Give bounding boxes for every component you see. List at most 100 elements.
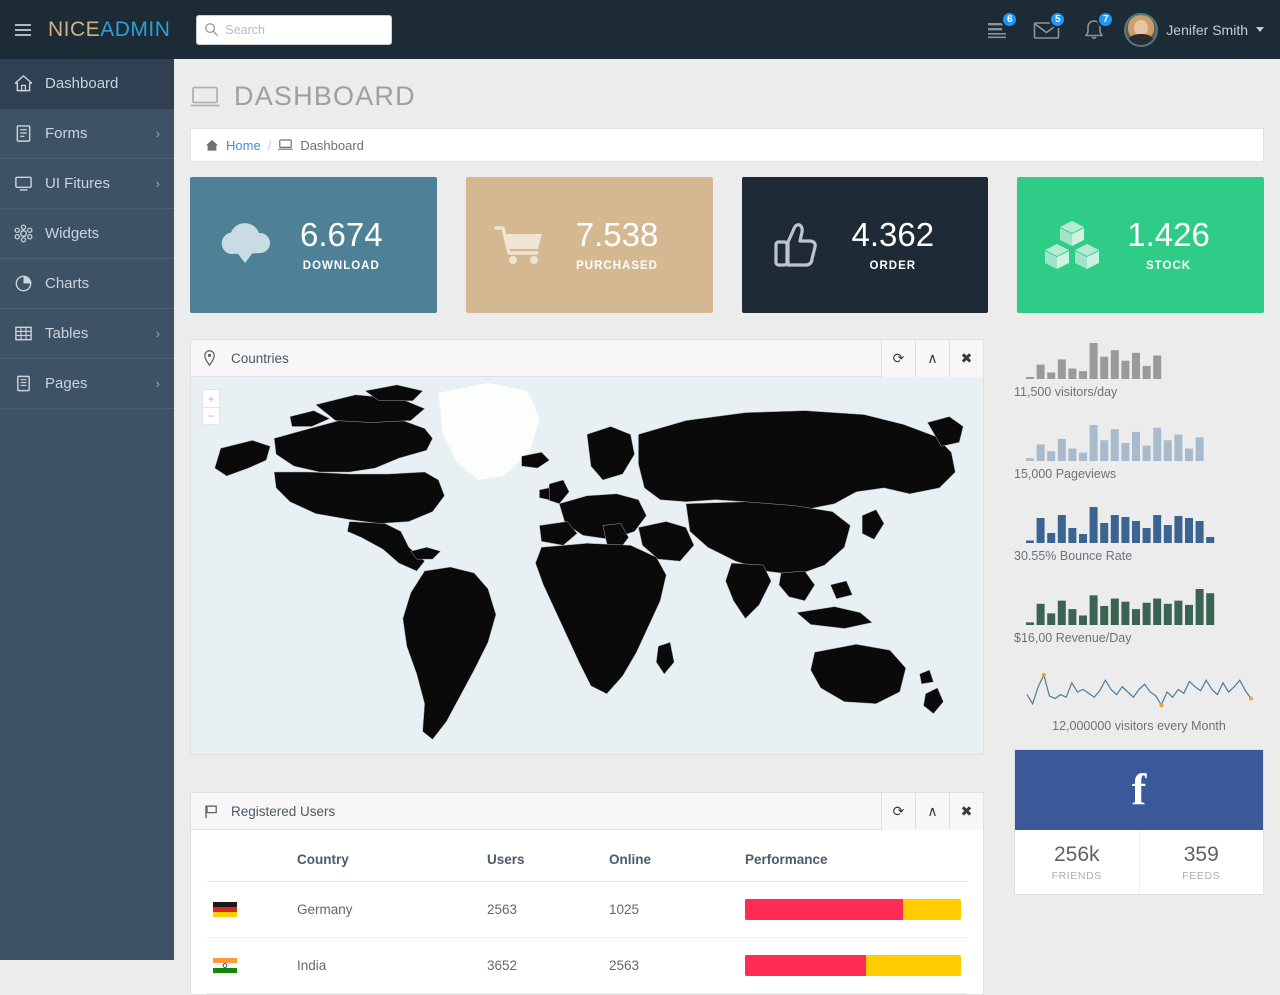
- sidebar-toggle-button[interactable]: [0, 0, 46, 59]
- sparkline-visitors-month: 12,000000 visitors every Month: [1014, 667, 1264, 733]
- cell-country: Germany: [291, 881, 481, 938]
- stat-cards-row: 6.674 DOWNLOAD 7.538 PURCHASED 4.362 ORD…: [174, 162, 1280, 313]
- facebook-header[interactable]: f: [1015, 750, 1263, 830]
- cell-country: India: [291, 937, 481, 994]
- sparkline-caption: 30.55% Bounce Rate: [1014, 549, 1133, 563]
- stat-card-text: 7.538 PURCHASED: [576, 218, 659, 272]
- cell-performance: [739, 881, 967, 938]
- stat-card-icon-wrap: [742, 220, 852, 270]
- pie-chart-icon: [15, 275, 32, 292]
- widgets-icon: [14, 224, 33, 243]
- hamburger-bar: [15, 28, 31, 31]
- table-body: Germany 2563 1025 India 3652 2563: [207, 881, 967, 994]
- countries-panel: Countries ⟳ ∧ ✖ + −: [190, 339, 984, 755]
- registered-users-panel-buttons: ⟳ ∧ ✖: [881, 792, 983, 830]
- column-header-country: Country: [291, 844, 481, 882]
- sparkline-caption: 11,500 visitors/day: [1014, 385, 1118, 399]
- world-map[interactable]: + −: [191, 377, 983, 754]
- search-box[interactable]: [196, 14, 393, 45]
- stat-card-purchased[interactable]: 7.538 PURCHASED: [465, 177, 713, 313]
- stat-card-order[interactable]: 4.362 ORDER: [741, 177, 989, 313]
- main-content: DASHBOARD Home / Dashboard 6.674 DOWNLOA…: [174, 59, 1280, 995]
- brand-logo[interactable]: NICEADMIN: [48, 18, 170, 42]
- sidebar-item-label: Pages: [45, 375, 88, 392]
- home-icon: [14, 75, 33, 92]
- refresh-icon[interactable]: ⟳: [881, 339, 915, 377]
- close-icon[interactable]: ✖: [949, 339, 983, 377]
- chevron-right-icon: ›: [155, 376, 160, 391]
- sidebar-item-tables[interactable]: Tables ›: [0, 309, 174, 359]
- topbar-actions: 6 5 7 Jenifer Smith: [974, 0, 1280, 59]
- collapse-icon[interactable]: ∧: [915, 339, 949, 377]
- tasks-badge: 6: [1001, 11, 1019, 28]
- facebook-icon: f: [1131, 765, 1147, 814]
- table-row[interactable]: Germany 2563 1025: [207, 881, 967, 938]
- sidebar-item-label: Charts: [45, 275, 90, 292]
- stat-card-text: 6.674 DOWNLOAD: [300, 218, 383, 272]
- sidebar-item-pages[interactable]: Pages ›: [0, 359, 174, 409]
- sidebar-item-charts[interactable]: Charts: [0, 259, 174, 309]
- registered-users-table-wrap: Country Users Online Performance Germany…: [191, 830, 983, 994]
- registered-users-table: Country Users Online Performance Germany…: [207, 844, 967, 994]
- sidebar-item-label: Dashboard: [45, 75, 119, 92]
- refresh-icon[interactable]: ⟳: [881, 792, 915, 830]
- stat-card-download[interactable]: 6.674 DOWNLOAD: [190, 177, 437, 313]
- chevron-down-icon: [1256, 27, 1264, 32]
- countries-panel-buttons: ⟳ ∧ ✖: [881, 339, 983, 377]
- sidebar-item-ui-fitures[interactable]: UI Fitures ›: [0, 159, 174, 209]
- sidebar-item-dashboard[interactable]: Dashboard: [0, 59, 174, 109]
- sparkline-caption: $16,00 Revenue/Day: [1014, 631, 1132, 645]
- flag-icon: [204, 804, 220, 819]
- map-zoom-in-button[interactable]: +: [202, 389, 220, 407]
- avatar: [1124, 12, 1159, 47]
- facebook-feeds-value: 359: [1183, 842, 1219, 866]
- performance-bar-fill: [745, 899, 903, 920]
- sparkline-chart: [1014, 421, 1264, 461]
- germany-flag: [213, 902, 237, 917]
- laptop-icon: [190, 86, 220, 106]
- sidebar-item-widgets[interactable]: Widgets: [0, 209, 174, 259]
- right-column: 11,500 visitors/day 15,000 Pageviews 30.…: [1014, 339, 1264, 995]
- countries-panel-header: Countries ⟳ ∧ ✖: [191, 339, 983, 377]
- facebook-friends-label: FRIENDS: [1051, 869, 1102, 882]
- facebook-widget: f 256k FRIENDS 359 FEEDS: [1014, 749, 1264, 895]
- sidebar-item-label: Widgets: [45, 225, 100, 242]
- messages-button[interactable]: 5: [1022, 0, 1070, 59]
- table-row[interactable]: India 3652 2563: [207, 937, 967, 994]
- page-title-text: DASHBOARD: [234, 81, 416, 111]
- cell-users: 2563: [481, 881, 603, 938]
- home-icon: [206, 139, 218, 151]
- sidebar-item-forms[interactable]: Forms ›: [0, 109, 174, 159]
- tasks-button[interactable]: 6: [974, 0, 1022, 59]
- column-header-online: Online: [603, 844, 739, 882]
- avatar-body: [1129, 33, 1154, 45]
- stat-card-label: PURCHASED: [576, 260, 658, 272]
- messages-badge: 5: [1049, 11, 1067, 28]
- user-menu[interactable]: Jenifer Smith: [1124, 12, 1264, 47]
- search-input[interactable]: [196, 14, 393, 45]
- alerts-badge: 7: [1097, 11, 1115, 28]
- collapse-icon[interactable]: ∧: [915, 792, 949, 830]
- map-zoom-controls: + −: [202, 389, 220, 425]
- boxes-icon: [1045, 221, 1100, 269]
- table-header: Country Users Online Performance: [207, 844, 967, 882]
- stat-card-icon-wrap: [1017, 218, 1127, 272]
- stat-card-stock[interactable]: 1.426 STOCK: [1017, 177, 1264, 313]
- stat-card-value: 6.674: [300, 216, 383, 253]
- map-zoom-out-button[interactable]: −: [202, 407, 220, 425]
- sidebar-item-label: Forms: [45, 125, 88, 142]
- shopping-cart-icon: [494, 226, 542, 264]
- close-icon[interactable]: ✖: [949, 792, 983, 830]
- breadcrumb: Home / Dashboard: [190, 128, 1264, 162]
- left-column: Countries ⟳ ∧ ✖ + − Registered Users ⟳ ∧…: [190, 339, 984, 995]
- stat-card-value: 1.426: [1127, 216, 1210, 253]
- breadcrumb-home-link[interactable]: Home: [226, 138, 261, 153]
- countries-panel-title: Countries: [231, 350, 289, 366]
- chevron-right-icon: ›: [155, 326, 160, 341]
- cell-users: 3652: [481, 937, 603, 994]
- alerts-button[interactable]: 7: [1070, 0, 1118, 59]
- stat-card-label: ORDER: [869, 260, 917, 272]
- sparkline-caption: 15,000 Pageviews: [1014, 467, 1117, 481]
- table-icon: [15, 326, 32, 341]
- facebook-friends-value: 256k: [1053, 842, 1100, 866]
